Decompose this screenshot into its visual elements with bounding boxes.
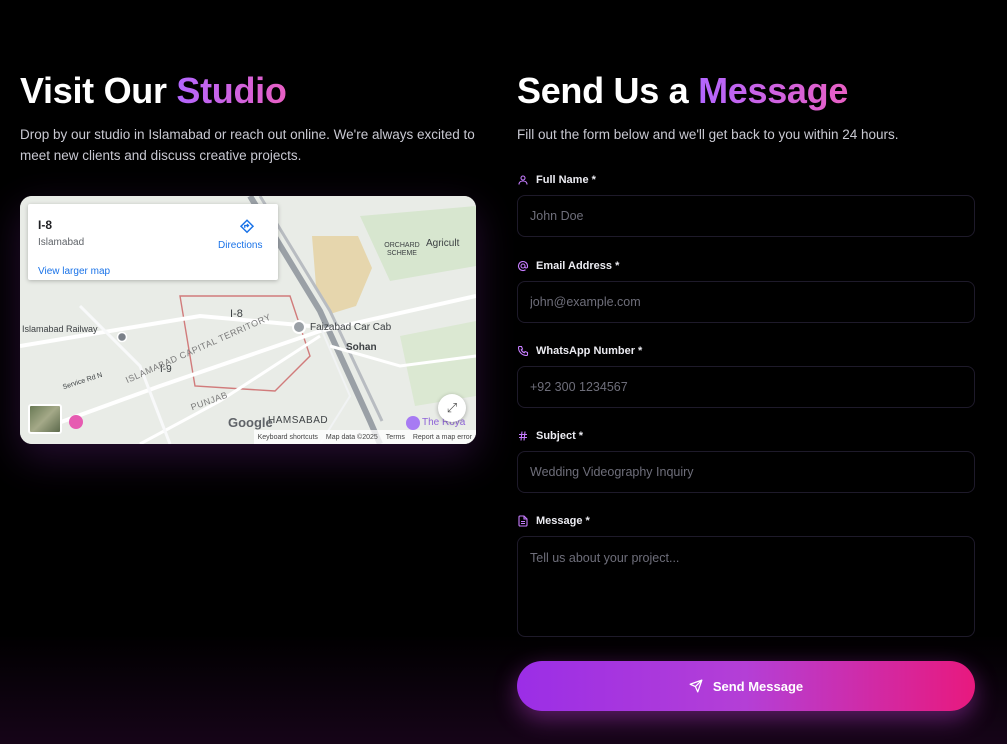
send-icon bbox=[689, 679, 703, 693]
message-label-text: Message * bbox=[536, 515, 590, 527]
map-data-text: Map data ©2025 bbox=[325, 433, 378, 441]
send-message-button[interactable]: Send Message bbox=[517, 661, 975, 711]
whatsapp-input[interactable] bbox=[517, 366, 975, 408]
map-info-card: I-8 Islamabad View larger map Directions bbox=[28, 204, 278, 280]
google-logo: Google bbox=[228, 415, 273, 430]
map-embed[interactable]: I-8 Islamabad View larger map Directions… bbox=[20, 196, 476, 444]
map-location-pin bbox=[292, 320, 306, 334]
subject-label: Subject * bbox=[517, 430, 583, 442]
map-attribution-bar: Keyboard shortcuts Map data ©2025 Terms … bbox=[253, 430, 476, 444]
subject-label-text: Subject * bbox=[536, 430, 584, 442]
map-railway-pin bbox=[116, 331, 128, 343]
directions-icon[interactable] bbox=[238, 218, 256, 236]
map-label-i8: I-8 bbox=[230, 308, 243, 320]
map-royal-poi bbox=[406, 416, 420, 430]
whatsapp-label: WhatsApp Number * bbox=[517, 345, 642, 357]
map-label-railway: Islamabad Railway bbox=[22, 324, 98, 334]
file-text-icon bbox=[517, 515, 529, 527]
map-label-agricult: Agricult bbox=[426, 238, 460, 249]
map-label-sohan: Sohan bbox=[346, 342, 377, 353]
directions-link[interactable]: Directions bbox=[218, 240, 262, 251]
full-name-label: Full Name * bbox=[517, 174, 596, 186]
message-textarea[interactable] bbox=[517, 536, 975, 637]
phone-icon bbox=[517, 345, 529, 357]
contact-title-plain: Send Us a bbox=[517, 70, 699, 111]
contact-description: Fill out the form below and we'll get ba… bbox=[517, 127, 899, 142]
map-pink-poi bbox=[69, 415, 83, 429]
map-label-faizabad: Faizabad Car Cab bbox=[310, 322, 392, 333]
user-icon bbox=[517, 174, 529, 186]
at-sign-icon bbox=[517, 260, 529, 272]
full-name-label-text: Full Name * bbox=[536, 174, 596, 186]
subject-input[interactable] bbox=[517, 451, 975, 493]
map-place-city: Islamabad bbox=[38, 237, 85, 248]
map-layer-thumbnail[interactable] bbox=[28, 404, 62, 434]
fullscreen-icon: ⤢ bbox=[446, 400, 458, 415]
contact-title-accent: Message bbox=[698, 70, 849, 111]
map-label-orchard: ORCHARD SCHEME bbox=[384, 242, 420, 257]
email-label-text: Email Address * bbox=[536, 260, 620, 272]
email-label: Email Address * bbox=[517, 260, 619, 272]
visit-title-accent: Studio bbox=[176, 70, 287, 111]
send-message-label: Send Message bbox=[712, 678, 804, 694]
map-label-hamsabad: HAMSABAD bbox=[268, 415, 329, 426]
message-label: Message * bbox=[517, 515, 590, 527]
map-fullscreen-button[interactable]: ⤢ bbox=[438, 394, 466, 422]
visit-description: Drop by our studio in Islamabad or reach… bbox=[20, 127, 475, 163]
visit-title: Visit Our Studio bbox=[20, 70, 287, 112]
hash-icon bbox=[517, 430, 529, 442]
full-name-input[interactable] bbox=[517, 195, 975, 237]
visit-title-plain: Visit Our bbox=[20, 70, 177, 111]
contact-title: Send Us a Message bbox=[517, 70, 848, 112]
terms-link[interactable]: Terms bbox=[386, 434, 405, 441]
map-place-name: I-8 bbox=[38, 218, 53, 232]
report-error-link[interactable]: Report a map error bbox=[413, 434, 472, 441]
email-input[interactable] bbox=[517, 281, 975, 323]
keyboard-shortcuts-link[interactable]: Keyboard shortcuts bbox=[258, 434, 318, 441]
view-larger-map-link[interactable]: View larger map bbox=[38, 266, 110, 277]
whatsapp-label-text: WhatsApp Number * bbox=[536, 345, 643, 357]
